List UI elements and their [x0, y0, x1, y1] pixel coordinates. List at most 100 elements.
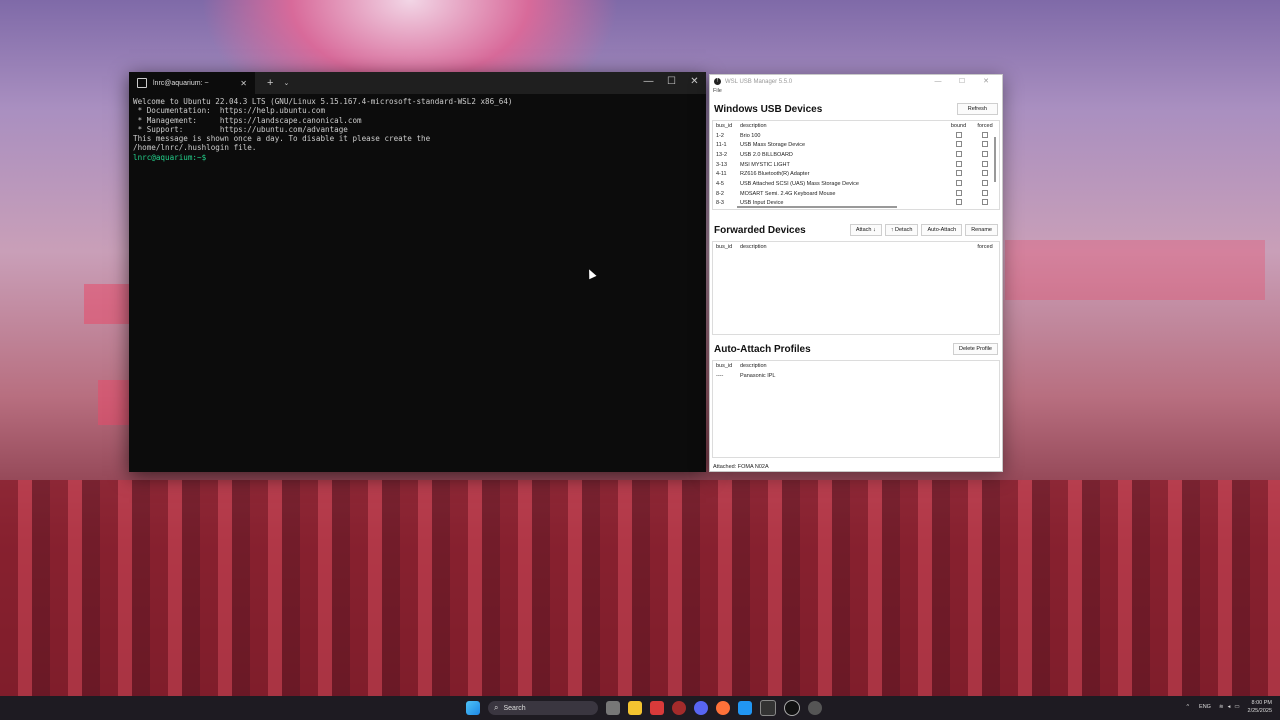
usb-manager-icon[interactable] — [784, 700, 800, 716]
col-forced[interactable]: forced — [971, 123, 999, 129]
table-row[interactable]: ---- Panasonic IPL — [713, 371, 999, 381]
forced-checkbox[interactable] — [982, 141, 988, 148]
language-indicator[interactable]: ENG — [1199, 704, 1211, 710]
terminal-output[interactable]: Welcome to Ubuntu 22.04.3 LTS (GNU/Linux… — [129, 94, 706, 165]
table-row[interactable]: 8-2 MOSART Semi. 2.4G Keyboard Mouse — [713, 189, 999, 199]
col-bus-id[interactable]: bus_id — [716, 363, 740, 369]
bound-checkbox[interactable] — [955, 131, 962, 138]
app-bug-icon[interactable] — [672, 701, 686, 715]
table-row[interactable]: 4-5 USB Attached SCSI (UAS) Mass Storage … — [713, 179, 999, 189]
table-row[interactable]: 3-13 MSI MYSTIC LIGHT — [713, 160, 999, 170]
app-red-icon[interactable] — [650, 701, 664, 715]
terminal-icon[interactable] — [760, 700, 776, 716]
app-settings-icon[interactable] — [808, 701, 822, 715]
minimize-button[interactable]: — — [926, 75, 950, 88]
search-label: Search — [503, 704, 526, 712]
search-icon: ⌕ — [494, 703, 499, 712]
cell-bus-id: 13-2 — [716, 151, 728, 158]
forced-checkbox[interactable] — [982, 189, 988, 196]
profiles-section: Auto-Attach Profiles Delete Profile bus_… — [710, 340, 1002, 458]
tab-dropdown-button[interactable]: ⌄ — [283, 79, 289, 87]
vertical-scrollbar[interactable] — [994, 137, 996, 182]
search-box[interactable]: ⌕ Search — [488, 701, 598, 715]
menu-file[interactable]: File — [713, 88, 722, 94]
cell-bus-id: 4-5 — [716, 180, 724, 187]
windows-devices-table[interactable]: bus_id description bound forced 1-2 Brio … — [712, 120, 1000, 210]
detach-button[interactable]: ↑ Detach — [884, 224, 919, 236]
col-bus-id[interactable]: bus_id — [716, 244, 740, 250]
system-tray: ^ ENG ≋ ◂ ▭ 8:00 PM 2/25/2025 — [1186, 699, 1272, 715]
terminal-titlebar[interactable]: lnrc@aquarium: ~ ✕ + ⌄ — ☐ ✕ — [129, 72, 706, 94]
delete-profile-button[interactable]: Delete Profile — [952, 343, 998, 355]
battery-icon[interactable]: ▭ — [1234, 704, 1239, 710]
cell-bus-id: 1-2 — [716, 132, 724, 139]
terminal-tab[interactable]: lnrc@aquarium: ~ ✕ — [129, 72, 255, 94]
wallpaper-glitch — [98, 380, 129, 425]
forced-checkbox[interactable] — [982, 131, 988, 138]
bound-checkbox[interactable] — [955, 199, 962, 206]
col-forced[interactable]: forced — [971, 244, 999, 250]
forced-checkbox[interactable] — [982, 160, 988, 167]
bound-checkbox[interactable] — [955, 150, 962, 157]
usb-manager-window[interactable]: ! WSL USB Manager 5.5.0 — ☐ ✕ File Windo… — [709, 74, 1003, 472]
col-bus-id[interactable]: bus_id — [716, 123, 740, 129]
bound-checkbox[interactable] — [955, 189, 962, 196]
close-button[interactable]: ✕ — [683, 72, 706, 94]
terminal-window[interactable]: lnrc@aquarium: ~ ✕ + ⌄ — ☐ ✕ Welcome to … — [129, 72, 706, 472]
app-blue-icon[interactable] — [738, 701, 752, 715]
bound-checkbox[interactable] — [955, 160, 962, 167]
profiles-table[interactable]: bus_id description ---- Panasonic IPL — [712, 360, 1000, 458]
clock[interactable]: 8:00 PM 2/25/2025 — [1248, 699, 1272, 715]
minimize-button[interactable]: — — [637, 72, 660, 94]
file-explorer-icon[interactable] — [628, 701, 642, 715]
bound-checkbox[interactable] — [955, 179, 962, 186]
firefox-icon[interactable] — [716, 701, 730, 715]
wifi-icon[interactable]: ≋ — [1219, 704, 1224, 710]
new-tab-button[interactable]: + — [267, 77, 273, 89]
forced-checkbox[interactable] — [982, 150, 988, 157]
cell-description: MOSART Semi. 2.4G Keyboard Mouse — [740, 190, 836, 197]
bound-checkbox[interactable] — [955, 141, 962, 148]
rename-button[interactable]: Rename — [965, 224, 998, 236]
task-view-icon[interactable] — [606, 701, 620, 715]
maximize-button[interactable]: ☐ — [950, 75, 974, 88]
terminal-line: * Documentation: https://help.ubuntu.com — [133, 106, 326, 116]
chevron-up-icon[interactable]: ^ — [1186, 704, 1189, 710]
forced-checkbox[interactable] — [982, 179, 988, 186]
terminal-tab-icon — [137, 78, 147, 88]
status-bar: Attached: FOMA N02A — [713, 464, 769, 470]
cell-bus-id: 8-2 — [716, 190, 724, 197]
volume-icon[interactable]: ◂ — [1228, 704, 1231, 710]
table-row[interactable]: 4-11 RZ616 Bluetooth(R) Adapter — [713, 169, 999, 179]
windows-devices-heading: Windows USB Devices — [714, 103, 823, 115]
windows-icon[interactable] — [466, 701, 480, 715]
col-description[interactable]: description — [740, 244, 971, 250]
forwarded-devices-table[interactable]: bus_id description forced — [712, 241, 1000, 335]
col-description[interactable]: description — [740, 123, 946, 129]
maximize-button[interactable]: ☐ — [660, 72, 683, 94]
col-description[interactable]: description — [740, 363, 999, 369]
close-button[interactable]: ✕ — [974, 75, 998, 88]
terminal-tab-title: lnrc@aquarium: ~ — [153, 79, 209, 87]
terminal-line: /home/lnrc/.hushlogin file. — [133, 143, 257, 153]
auto-attach-button[interactable]: Auto-Attach — [921, 224, 963, 236]
terminal-line: This message is shown once a day. To dis… — [133, 134, 431, 144]
table-row[interactable]: 11-1 USB Mass Storage Device — [713, 140, 999, 150]
refresh-button[interactable]: Refresh — [956, 103, 998, 115]
terminal-line: Welcome to Ubuntu 22.04.3 LTS (GNU/Linux… — [133, 97, 513, 106]
table-row[interactable]: 13-2 USB 2.0 BILLBOARD — [713, 150, 999, 160]
usb-manager-titlebar[interactable]: ! WSL USB Manager 5.5.0 — ☐ ✕ — [710, 75, 1002, 88]
forced-checkbox[interactable] — [982, 170, 988, 177]
forced-checkbox[interactable] — [982, 199, 988, 206]
col-bound[interactable]: bound — [946, 123, 971, 129]
wallpaper-glitch — [1005, 240, 1265, 300]
horizontal-scrollbar[interactable] — [737, 206, 897, 208]
bound-checkbox[interactable] — [955, 170, 962, 177]
profiles-heading: Auto-Attach Profiles — [714, 343, 811, 355]
attach-button[interactable]: Attach ↓ — [849, 224, 882, 236]
tab-close-icon[interactable]: ✕ — [240, 79, 247, 88]
taskbar: ⌕ Search ^ ENG ≋ ◂ ▭ 8:00 PM 2/25/2025 — [0, 696, 1280, 720]
discord-icon[interactable] — [694, 701, 708, 715]
cell-bus-id: 4-11 — [716, 171, 727, 178]
table-row[interactable]: 1-2 Brio 100 — [713, 131, 999, 141]
